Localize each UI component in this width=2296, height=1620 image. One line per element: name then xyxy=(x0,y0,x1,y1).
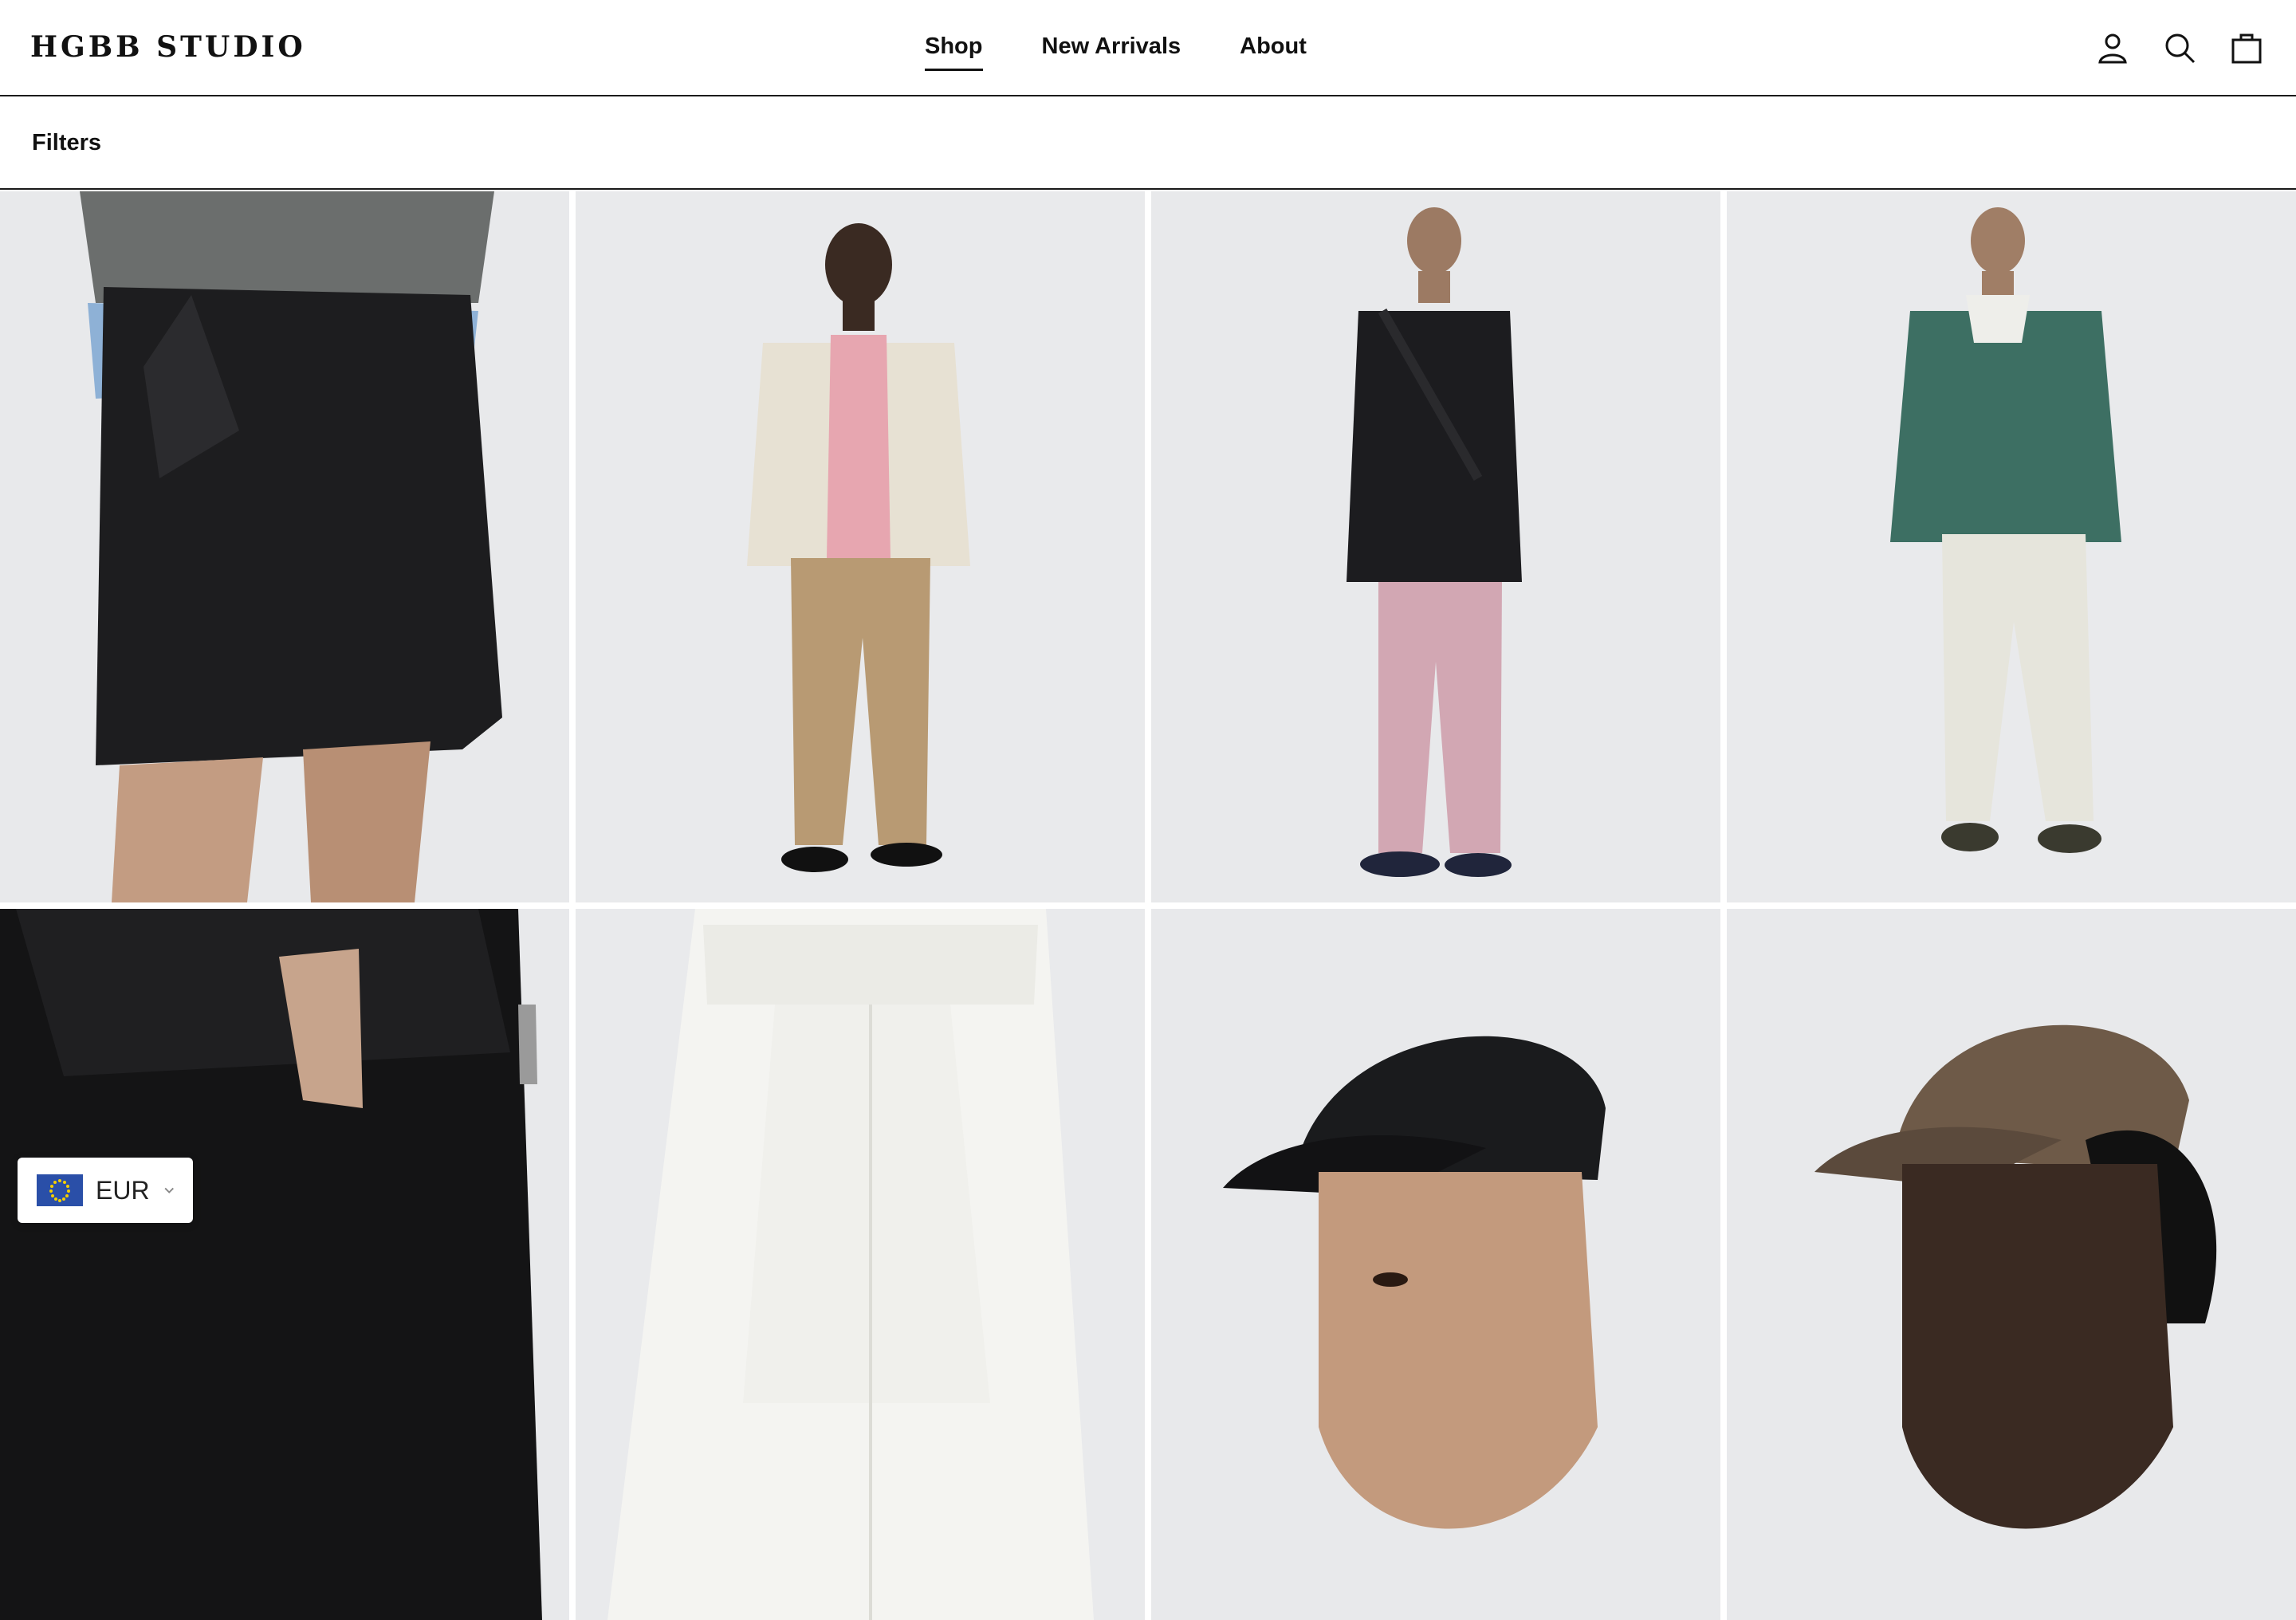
product-card[interactable] xyxy=(1727,909,2296,1620)
search-icon[interactable] xyxy=(2160,29,2199,67)
product-card[interactable] xyxy=(576,909,1145,1620)
product-card[interactable] xyxy=(576,191,1145,902)
product-card[interactable] xyxy=(0,909,569,1620)
product-image-green-jacket xyxy=(1727,191,2296,902)
account-icon[interactable] xyxy=(2094,29,2132,67)
nav-link-about[interactable]: About xyxy=(1240,33,1307,60)
filters-bar: Filters xyxy=(0,96,2296,190)
product-image-brown-cap xyxy=(1727,909,2296,1620)
product-image-black-cap xyxy=(1151,909,1720,1620)
product-card[interactable] xyxy=(1727,191,2296,902)
site-header: HGBB STUDIO Shop New Arrivals About xyxy=(0,0,2296,96)
filters-button[interactable]: Filters xyxy=(32,130,101,156)
product-image-black-trousers xyxy=(0,909,569,1620)
eu-flag-icon xyxy=(37,1174,83,1206)
chevron-down-icon xyxy=(164,1187,174,1193)
product-image-white-trousers xyxy=(576,909,1145,1620)
header-actions xyxy=(2094,29,2266,67)
product-card[interactable] xyxy=(1151,909,1720,1620)
nav-link-shop[interactable]: Shop xyxy=(925,33,983,71)
product-card[interactable] xyxy=(1151,191,1720,902)
product-image-cream-jacket xyxy=(576,191,1145,902)
nav-link-new-arrivals[interactable]: New Arrivals xyxy=(1042,33,1181,60)
currency-code: EUR xyxy=(96,1175,150,1205)
brand-logo[interactable]: HGBB STUDIO xyxy=(30,30,306,64)
product-grid xyxy=(0,191,2296,1620)
main-nav: Shop New Arrivals About xyxy=(925,33,1307,71)
product-card[interactable] xyxy=(0,191,569,902)
cart-icon[interactable] xyxy=(2227,29,2266,67)
product-image-black-overshirt xyxy=(1151,191,1720,902)
currency-selector[interactable]: EUR xyxy=(18,1158,193,1223)
product-image-black-shorts xyxy=(0,191,569,902)
